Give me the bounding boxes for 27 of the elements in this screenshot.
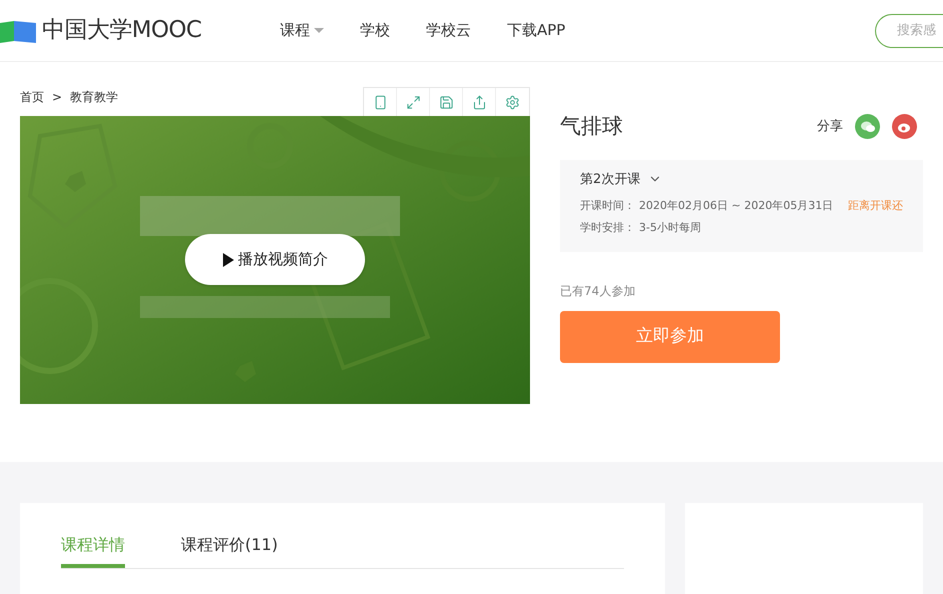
- course-title: 气排球: [560, 113, 623, 140]
- detail-label: 开课时间：: [580, 198, 635, 214]
- participants-count: 已有74人参加: [560, 282, 636, 300]
- share-label: 分享: [817, 118, 843, 136]
- breadcrumb-link[interactable]: 首页: [20, 88, 44, 106]
- expand-icon[interactable]: [406, 94, 420, 110]
- nav-link[interactable]: 课程: [280, 19, 324, 42]
- term-selector[interactable]: 第2次开课: [580, 170, 662, 189]
- breadcrumb-separator: >: [52, 89, 62, 106]
- caret-icon: [314, 28, 324, 33]
- nav-link[interactable]: 学校: [360, 19, 390, 42]
- logo-text: 中国大学MOOC: [42, 16, 202, 46]
- breadcrumb-link[interactable]: 教育教学: [70, 88, 118, 106]
- nav-link[interactable]: 学校云: [426, 19, 471, 42]
- play-video-button[interactable]: 播放视频简介: [185, 234, 365, 285]
- detail-value: 2020年02月06日 ~ 2020年05月31日: [639, 198, 834, 214]
- nav-link[interactable]: 下载APP: [507, 19, 566, 42]
- share-icon[interactable]: [472, 94, 486, 110]
- settings-icon[interactable]: [505, 94, 520, 110]
- play-icon: [222, 252, 234, 266]
- detail-value: 3-5小时每周: [639, 220, 701, 236]
- search-field[interactable]: 搜索感: [875, 14, 943, 48]
- countdown-text: 距离开课还: [848, 198, 903, 214]
- tablet-icon[interactable]: [372, 94, 388, 110]
- detail-label: 学时安排：: [580, 220, 635, 236]
- floppy-icon[interactable]: [438, 94, 454, 110]
- tab[interactable]: 课程评价(11): [181, 533, 278, 568]
